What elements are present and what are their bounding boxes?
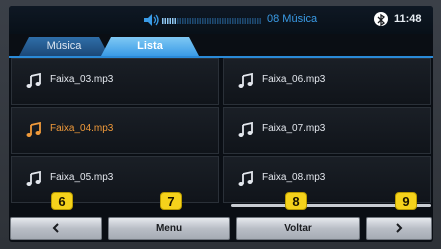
volume-tick — [212, 18, 214, 24]
volume-tick — [202, 18, 204, 24]
volume-tick — [194, 18, 196, 24]
track-name: Faixa_08.mp3 — [262, 172, 326, 183]
volume-tick — [234, 18, 236, 24]
volume-tick — [227, 18, 229, 24]
volume-tick — [222, 18, 224, 24]
menu-button[interactable]: Menu — [108, 217, 230, 240]
volume-tick — [259, 18, 261, 24]
track-name: Faixa_06.mp3 — [262, 74, 326, 85]
volume-level-bar — [162, 18, 261, 24]
track-name: Faixa_07.mp3 — [262, 123, 326, 134]
previous-button[interactable] — [10, 217, 102, 240]
music-note-icon — [238, 73, 253, 88]
volume-tick — [207, 18, 209, 24]
volume-tick — [257, 18, 259, 24]
track-item[interactable]: Faixa_07.mp3 — [223, 107, 431, 154]
volume-tick — [252, 18, 254, 24]
track-item[interactable]: Faixa_06.mp3 — [223, 58, 431, 105]
speaker-icon — [144, 14, 159, 26]
volume-tick — [172, 18, 174, 24]
volume-tick — [204, 18, 206, 24]
chevron-left-icon — [52, 223, 59, 234]
music-note-icon — [26, 122, 41, 137]
clock: 11:48 — [394, 13, 422, 25]
track-list: Faixa_03.mp3 Faixa_06.mp3 Faixa_04.mp3 F… — [11, 58, 431, 203]
track-name: Faixa_05.mp3 — [50, 172, 114, 183]
track-item[interactable]: Faixa_03.mp3 — [11, 58, 219, 105]
volume-tick — [199, 18, 201, 24]
music-note-icon — [26, 171, 41, 186]
chevron-right-icon — [396, 223, 403, 234]
volume-tick — [217, 18, 219, 24]
callout-badge-8: 8 — [285, 192, 307, 210]
tab-strip: Música Lista — [9, 34, 433, 58]
music-note-icon — [26, 73, 41, 88]
volume-tick — [237, 18, 239, 24]
track-item-playing[interactable]: Faixa_04.mp3 — [11, 107, 219, 154]
volume-tick — [182, 18, 184, 24]
track-name: Faixa_04.mp3 — [50, 123, 114, 134]
volume-tick — [247, 18, 249, 24]
volume-tick — [164, 18, 166, 24]
volume-tick — [177, 18, 179, 24]
volume-tick — [187, 18, 189, 24]
tab-musica[interactable]: Música — [19, 37, 109, 56]
status-title: 08 Música — [267, 13, 318, 25]
music-note-icon — [238, 122, 253, 137]
callout-badge-7: 7 — [160, 192, 182, 210]
head-unit-screen: 08 Música 11:48 Música Lista Faixa_03.mp… — [0, 0, 441, 249]
volume-tick — [179, 18, 181, 24]
volume-tick — [244, 18, 246, 24]
volume-tick — [232, 18, 234, 24]
music-note-icon — [238, 171, 253, 186]
tab-lista[interactable]: Lista — [101, 37, 199, 56]
volume-tick — [249, 18, 251, 24]
volume-tick — [209, 18, 211, 24]
volume-tick — [242, 18, 244, 24]
volume-tick — [192, 18, 194, 24]
button-row: Menu Voltar — [9, 211, 433, 242]
track-name: Faixa_03.mp3 — [50, 74, 114, 85]
volume-tick — [167, 18, 169, 24]
volume-tick — [162, 18, 164, 24]
volume-tick — [254, 18, 256, 24]
volume-tick — [219, 18, 221, 24]
volume-tick — [239, 18, 241, 24]
back-button[interactable]: Voltar — [236, 217, 360, 240]
volume-tick — [169, 18, 171, 24]
callout-badge-9: 9 — [395, 192, 417, 210]
volume-tick — [184, 18, 186, 24]
volume-tick — [229, 18, 231, 24]
bluetooth-icon — [374, 12, 388, 27]
volume-tick — [197, 18, 199, 24]
volume-tick — [189, 18, 191, 24]
volume-tick — [224, 18, 226, 24]
status-bar: 08 Música 11:48 — [9, 6, 433, 34]
volume-tick — [214, 18, 216, 24]
next-button[interactable] — [366, 217, 432, 240]
callout-badge-6: 6 — [51, 192, 73, 210]
track-item[interactable]: Faixa_05.mp3 — [11, 156, 219, 203]
volume-tick — [174, 18, 176, 24]
